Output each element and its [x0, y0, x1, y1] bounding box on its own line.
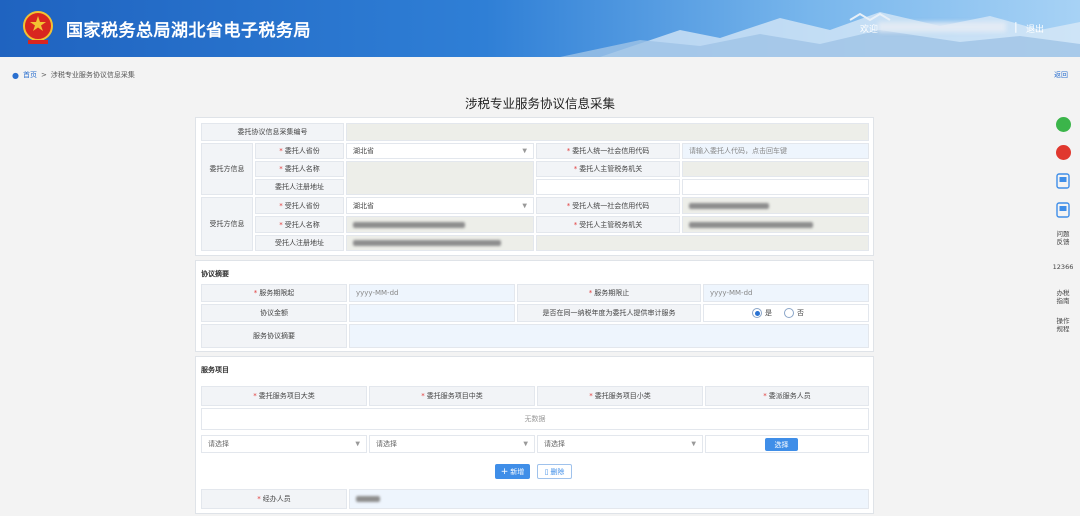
agent-tax-label: * 受托人主管税务机关 — [536, 216, 680, 233]
client-region-label: * 委托人省份 — [255, 143, 344, 159]
client-addr-label: 委托人注册地址 — [255, 179, 344, 195]
plus-icon: + — [500, 466, 509, 477]
breadcrumb-home[interactable]: 首页 — [23, 70, 37, 80]
audit-yes-radio[interactable]: 是 — [752, 308, 772, 318]
delete-item-label: 删除 — [550, 467, 565, 476]
agent-tax-field — [682, 216, 869, 233]
client-region-select[interactable]: 湖北省 ▼ — [346, 143, 534, 159]
breadcrumb-current: 涉税专业服务协议信息采集 — [50, 71, 135, 79]
client-tax-label: * 委托人主管税务机关 — [536, 161, 680, 177]
rail-feedback[interactable]: 问题反馈 — [1048, 230, 1078, 246]
client-tax-field — [682, 161, 869, 177]
add-item-label: 新增 — [510, 467, 525, 476]
chevron-down-icon: ▼ — [523, 440, 528, 448]
user-name-redacted — [878, 22, 1006, 32]
start-date-input[interactable]: yyyy-MM-dd — [349, 284, 515, 302]
handler-label: * 经办人员 — [201, 489, 347, 509]
empty-table-row: 无数据 — [201, 408, 869, 430]
chevron-down-icon: ▼ — [522, 147, 527, 155]
top-header: 国家税务总局湖北省电子税务局 欢迎 | 退出 — [0, 0, 1080, 57]
client-credit-label: * 委托人统一社会信用代码 — [536, 143, 680, 159]
start-date-label: * 服务期限起 — [201, 284, 347, 302]
delete-item-button[interactable]: ▯ 删除 — [537, 464, 572, 479]
audit-service-radio-group: 是 否 — [703, 304, 869, 322]
client-credit-input[interactable]: 请输入委托人代码，点击回车键 — [682, 143, 869, 159]
mid-category-select[interactable]: 请选择 ▼ — [369, 435, 535, 453]
col-assigned-staff: * 委派服务人员 — [705, 386, 869, 406]
service-items-title: 服务项目 — [201, 366, 229, 374]
summary-label: 服务协议摘要 — [201, 324, 347, 348]
party-info-section: 委托协议信息采集编号 委托方信息 * 委托人省份 湖北省 ▼ * 委托人统一社会信用代… — [195, 117, 874, 256]
agent-group-label: 受托方信息 — [201, 197, 253, 251]
add-item-button[interactable]: + 新增 — [495, 464, 530, 479]
agent-name-field — [346, 216, 534, 233]
national-emblem-icon — [23, 11, 53, 44]
col-minor-category: * 委托服务项目小类 — [537, 386, 703, 406]
service-items-section: 服务项目 * 委托服务项目大类 * 委托服务项目中类 * 委托服务项目小类 * 委派服务… — [195, 356, 874, 514]
page-title: 涉税专业服务协议信息采集 — [464, 96, 615, 111]
client-name-field — [346, 161, 534, 195]
rail-hotline[interactable]: 12366 — [1048, 263, 1078, 271]
handler-input[interactable] — [349, 489, 869, 509]
summary-textarea[interactable] — [349, 324, 869, 348]
agent-addr-spacer — [536, 235, 869, 251]
agent-region-label: * 受托人省份 — [255, 197, 344, 214]
agreement-summary-title: 协议摘要 — [201, 270, 229, 278]
agreement-no-field — [346, 123, 869, 141]
back-link[interactable]: 返回 — [1054, 70, 1068, 80]
agent-credit-field — [682, 197, 869, 214]
audit-yes-label: 是 — [765, 309, 772, 317]
radio-unchecked-icon — [784, 308, 794, 318]
client-addr-field — [682, 179, 869, 195]
client-addr-spacer — [536, 179, 680, 195]
major-category-select[interactable]: 请选择 ▼ — [201, 435, 367, 453]
weibo-icon[interactable] — [1056, 145, 1071, 160]
agent-addr-label: 受托人注册地址 — [255, 235, 344, 251]
agent-region-select[interactable]: 湖北省 ▼ — [346, 197, 534, 214]
breadcrumb-arrow: > — [40, 71, 47, 79]
right-rail: 问题反馈 12366 办税指南 操作规程 — [1048, 110, 1078, 516]
end-date-label: * 服务期限止 — [517, 284, 701, 302]
rail-process[interactable]: 操作规程 — [1048, 317, 1078, 333]
welcome-text: 欢迎 — [860, 25, 879, 35]
audit-service-label: 是否在同一纳税年度为委托人提供审计服务 — [517, 304, 701, 322]
end-date-input[interactable]: yyyy-MM-dd — [703, 284, 869, 302]
client-group-label: 委托方信息 — [201, 143, 253, 195]
rail-guide[interactable]: 办税指南 — [1048, 289, 1078, 305]
location-pin-icon: ● — [12, 70, 19, 80]
agent-name-label: * 受托人名称 — [255, 216, 344, 233]
col-major-category: * 委托服务项目大类 — [201, 386, 367, 406]
header-separator: | — [1014, 20, 1018, 33]
pick-staff-button[interactable]: 选择 — [765, 438, 798, 451]
amount-input[interactable] — [349, 304, 515, 322]
chevron-down-icon: ▼ — [691, 440, 696, 448]
agent-credit-label: * 受托人统一社会信用代码 — [536, 197, 680, 214]
audit-no-radio[interactable]: 否 — [784, 308, 804, 318]
audit-no-label: 否 — [797, 309, 804, 317]
wechat-icon[interactable] — [1056, 117, 1071, 132]
site-title: 国家税务总局湖北省电子税务局 — [66, 21, 311, 41]
breadcrumb: ● 首页 > 涉税专业服务协议信息采集 — [12, 70, 135, 80]
logout-link[interactable]: 退出 — [1026, 22, 1044, 35]
amount-label: 协议金额 — [201, 304, 347, 322]
agent-addr-field — [346, 235, 534, 251]
agreement-summary-section: 协议摘要 * 服务期限起 yyyy-MM-dd * 服务期限止 yyyy-MM-dd… — [195, 260, 874, 352]
app-icon[interactable] — [1056, 173, 1070, 189]
radio-checked-icon — [752, 308, 762, 318]
agreement-no-label: 委托协议信息采集编号 — [201, 123, 344, 141]
client-name-label: * 委托人名称 — [255, 161, 344, 177]
chevron-down-icon: ▼ — [522, 202, 527, 209]
trash-icon: ▯ — [544, 467, 549, 476]
mobile-app-icon[interactable] — [1056, 202, 1070, 218]
minor-category-select[interactable]: 请选择 ▼ — [537, 435, 703, 453]
chevron-down-icon: ▼ — [355, 440, 360, 448]
col-mid-category: * 委托服务项目中类 — [369, 386, 535, 406]
